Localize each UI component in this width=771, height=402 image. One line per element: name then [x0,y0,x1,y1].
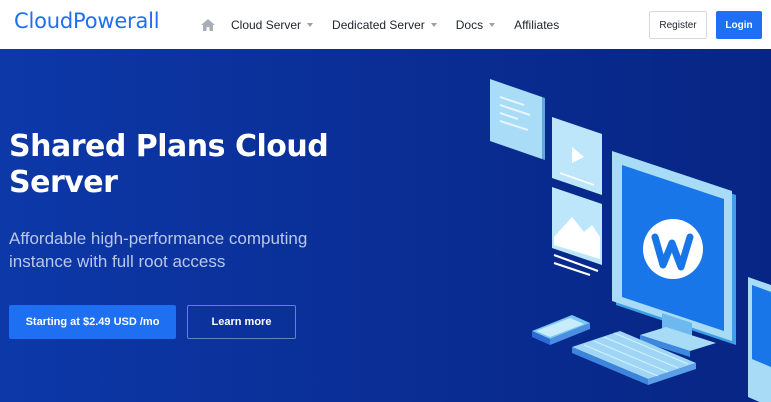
learn-more-button[interactable]: Learn more [187,305,296,339]
floating-text-panel [490,79,545,160]
nav-item-label: Dedicated Server [332,17,425,32]
nav-item-label: Cloud Server [231,17,302,32]
login-button[interactable]: Login [716,11,762,39]
main-nav: Cloud Server Dedicated Server Docs Affil… [200,0,578,49]
chevron-down-icon [430,22,437,27]
nav-item-docs[interactable]: Docs [455,17,496,32]
pricing-cta-button[interactable]: Starting at $2.49 USD /mo [9,305,176,339]
w-logo-icon [643,219,703,279]
site-header: CloudPowerall Cloud Server Dedicated Ser… [0,0,771,49]
floating-video-panel [552,117,602,195]
chevron-down-icon [307,22,314,27]
site-logo[interactable]: CloudPowerall [14,9,160,33]
chevron-down-icon [489,22,496,27]
nav-item-cloud-server[interactable]: Cloud Server [231,17,314,32]
floating-image-panel [552,187,602,276]
nav-item-dedicated-server[interactable]: Dedicated Server [332,18,437,32]
monitor-illustration [490,79,771,402]
nav-item-label: Docs [455,17,484,32]
nav-item-affiliates[interactable]: Affiliates [514,18,559,32]
home-icon[interactable] [200,18,216,32]
hero-title: Shared Plans Cloud Server [9,129,329,200]
register-button[interactable]: Register [649,11,707,39]
hero-section: Shared Plans Cloud Server Affordable hig… [0,49,771,402]
hero-subtitle: Affordable high-performance computing in… [9,229,308,271]
phone-device [532,315,590,345]
nav-item-label: Affiliates [514,17,560,32]
